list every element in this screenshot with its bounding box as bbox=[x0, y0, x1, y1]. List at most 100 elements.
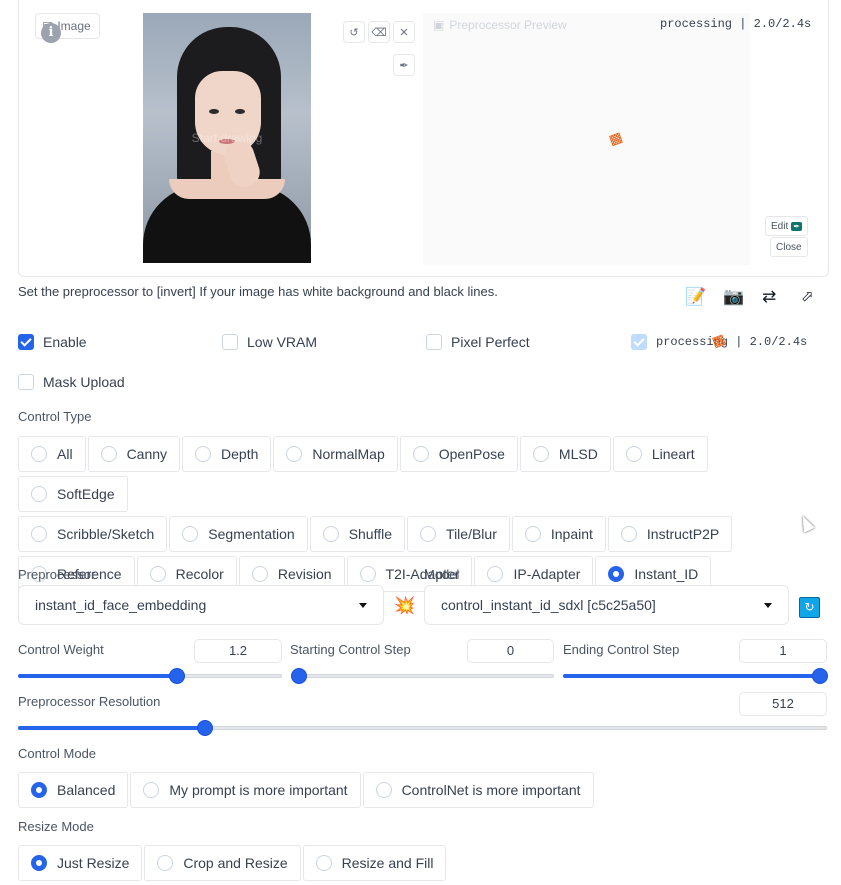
new-canvas-icon[interactable]: 📝 bbox=[685, 287, 706, 307]
uploaded-image[interactable]: Start drawing bbox=[143, 13, 311, 263]
radio-label: Tile/Blur bbox=[446, 526, 497, 542]
radio-all[interactable]: All bbox=[18, 436, 86, 472]
radio-label: Depth bbox=[221, 446, 259, 462]
radio-depth[interactable]: Depth bbox=[182, 436, 272, 472]
radio-label: MLSD bbox=[558, 446, 598, 462]
preprocessor-hint: Set the preprocessor to [invert] If your… bbox=[18, 284, 498, 299]
radio-icon bbox=[195, 446, 212, 462]
run-preprocessor-icon[interactable]: 💥 bbox=[394, 596, 415, 616]
ending-step-input[interactable]: 1 bbox=[739, 639, 827, 663]
radio-my-prompt-is-more-important[interactable]: My prompt is more important bbox=[130, 772, 361, 808]
chevron-down-icon bbox=[764, 602, 772, 608]
close-icon: ✕ bbox=[399, 26, 409, 39]
mask-upload-checkbox[interactable]: Mask Upload bbox=[18, 374, 125, 390]
radio-label: Resize and Fill bbox=[341, 855, 434, 871]
radio-inpaint[interactable]: Inpaint bbox=[511, 516, 606, 552]
slider-thumb[interactable] bbox=[197, 720, 214, 736]
image-icon: ▣ bbox=[433, 18, 445, 32]
allow-preview-status: processing | 2.0/2.4s bbox=[656, 335, 808, 349]
radio-icon bbox=[100, 446, 117, 462]
model-select[interactable]: control_instant_id_sdxl [c5c25a50] bbox=[424, 585, 789, 625]
mask-upload-label: Mask Upload bbox=[43, 374, 125, 390]
chevron-down-icon bbox=[359, 602, 367, 608]
clear-button[interactable]: ✕ bbox=[393, 21, 415, 43]
radio-segmentation[interactable]: Segmentation bbox=[169, 516, 308, 552]
radio-icon bbox=[620, 526, 637, 542]
preview-status: processing | 2.0/2.4s bbox=[660, 17, 812, 31]
radio-tile-blur[interactable]: Tile/Blur bbox=[407, 516, 510, 552]
radio-canny[interactable]: Canny bbox=[87, 436, 181, 472]
radio-icon bbox=[412, 446, 429, 462]
starting-step-label: Starting Control Step bbox=[290, 642, 411, 657]
preprocessor-value: instant_id_face_embedding bbox=[35, 597, 207, 613]
enable-checkbox[interactable]: Enable bbox=[18, 334, 87, 350]
slider-track bbox=[298, 674, 554, 678]
radio-icon bbox=[149, 566, 166, 582]
radio-instructp2p[interactable]: InstructP2P bbox=[607, 516, 733, 552]
slider-thumb[interactable] bbox=[169, 668, 186, 684]
radio-just-resize[interactable]: Just Resize bbox=[18, 845, 143, 881]
radio-softedge[interactable]: SoftEdge bbox=[18, 476, 128, 512]
info-icon[interactable]: i bbox=[41, 23, 61, 43]
edit-button[interactable]: Edit ✒ bbox=[765, 216, 808, 236]
radio-shuffle[interactable]: Shuffle bbox=[309, 516, 406, 552]
radio-label: Scribble/Sketch bbox=[57, 526, 155, 542]
resolution-slider[interactable] bbox=[18, 720, 827, 736]
radio-lineart[interactable]: Lineart bbox=[612, 436, 708, 472]
camera-icon[interactable]: 📷 bbox=[723, 287, 744, 307]
radio-icon bbox=[322, 526, 339, 542]
eraser-icon: ⌫ bbox=[371, 26, 387, 39]
checkbox-checked-icon bbox=[631, 334, 647, 350]
radio-openpose[interactable]: OpenPose bbox=[399, 436, 518, 472]
slider-thumb[interactable] bbox=[812, 668, 828, 684]
photo-eye-left bbox=[209, 109, 219, 114]
swap-icon[interactable]: ⇄ bbox=[762, 287, 776, 307]
brush-button[interactable]: ✒ bbox=[393, 54, 415, 76]
radio-icon bbox=[157, 855, 174, 871]
close-label: Close bbox=[776, 241, 802, 253]
ending-step-slider[interactable] bbox=[563, 668, 828, 684]
edit-label: Edit bbox=[771, 220, 789, 232]
send-dimensions-icon[interactable]: ⬀ bbox=[801, 287, 814, 305]
radio-label: IP-Adapter bbox=[513, 566, 581, 582]
control-mode-radio-group: Balanced My prompt is more important Contr… bbox=[18, 772, 818, 812]
radio-label: SoftEdge bbox=[57, 486, 115, 502]
radio-label: InstructP2P bbox=[646, 526, 720, 542]
radio-crop-and-resize[interactable]: Crop and Resize bbox=[144, 845, 301, 881]
radio-label: Lineart bbox=[651, 446, 695, 462]
preprocessor-preview bbox=[423, 13, 750, 265]
starting-step-input[interactable]: 0 bbox=[467, 639, 554, 663]
radio-icon bbox=[31, 486, 47, 502]
checkbox-checked-icon bbox=[18, 334, 34, 350]
slider-thumb[interactable] bbox=[291, 668, 307, 684]
control-weight-label: Control Weight bbox=[18, 642, 104, 657]
radio-balanced[interactable]: Balanced bbox=[18, 772, 129, 808]
control-weight-input[interactable]: 1.2 bbox=[194, 639, 282, 663]
radio-icon bbox=[532, 446, 549, 462]
resolution-input[interactable]: 512 bbox=[739, 692, 827, 716]
preview-tab-label: Preprocessor Preview bbox=[449, 18, 567, 32]
radio-label: Revision bbox=[277, 566, 332, 582]
preprocessor-select[interactable]: instant_id_face_embedding bbox=[18, 585, 384, 625]
radio-normalmap[interactable]: NormalMap bbox=[273, 436, 398, 472]
radio-label: Inpaint bbox=[550, 526, 593, 542]
radio-resize-and-fill[interactable]: Resize and Fill bbox=[302, 845, 447, 881]
erase-button[interactable]: ⌫ bbox=[368, 21, 390, 43]
undo-button[interactable]: ↺ bbox=[343, 21, 365, 43]
radio-scribble-sketch[interactable]: Scribble/Sketch bbox=[18, 516, 168, 552]
radio-mlsd[interactable]: MLSD bbox=[519, 436, 611, 472]
radio-icon bbox=[359, 566, 376, 582]
radio-selected-icon bbox=[31, 855, 47, 871]
slider-fill bbox=[18, 726, 205, 730]
control-weight-slider[interactable] bbox=[18, 668, 282, 684]
radio-controlnet-is-more-important[interactable]: ControlNet is more important bbox=[362, 772, 594, 808]
close-preview-button[interactable]: Close bbox=[770, 237, 808, 257]
radio-icon bbox=[315, 855, 332, 871]
resize-mode-radio-group: Just Resize Crop and Resize Resize and Fil… bbox=[18, 845, 818, 885]
starting-step-slider[interactable] bbox=[291, 668, 554, 684]
checkbox-icon bbox=[222, 334, 238, 350]
pixel-perfect-checkbox[interactable]: Pixel Perfect bbox=[426, 334, 530, 350]
radio-icon bbox=[143, 782, 160, 798]
refresh-models-icon[interactable]: ↻ bbox=[799, 597, 820, 618]
low-vram-checkbox[interactable]: Low VRAM bbox=[222, 334, 317, 350]
